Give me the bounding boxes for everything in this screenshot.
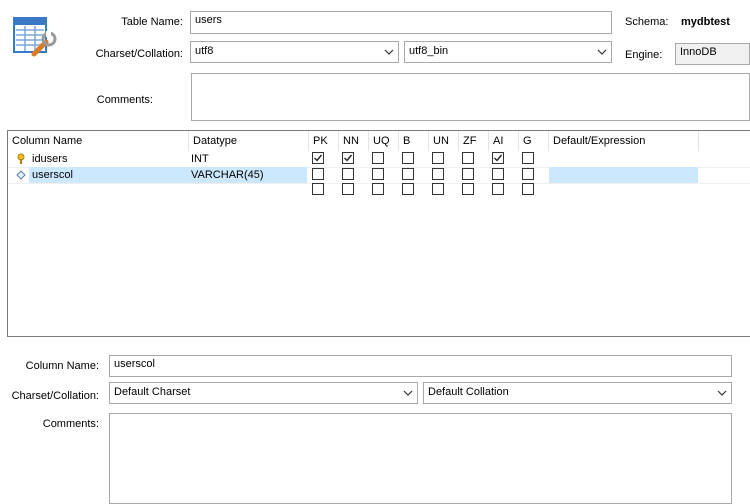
header-uq[interactable]: UQ (369, 131, 399, 151)
checkbox-zf[interactable] (462, 183, 474, 195)
checkbox-uq[interactable] (372, 168, 384, 180)
row-datatype[interactable]: VARCHAR(45) (191, 167, 264, 183)
header-g[interactable]: G (519, 131, 549, 151)
chevron-down-icon (597, 49, 607, 55)
checkbox-b[interactable] (402, 168, 414, 180)
checkbox-pk[interactable] (312, 168, 324, 180)
table-comments-textarea[interactable] (191, 73, 750, 121)
checkbox-ai[interactable] (492, 152, 504, 164)
engine-select[interactable]: InnoDB (675, 43, 750, 65)
column-name-input[interactable]: userscol (109, 355, 732, 377)
table-editor-icon (12, 14, 58, 60)
collation-select[interactable]: utf8_bin (404, 41, 612, 63)
checkbox-uq[interactable] (372, 152, 384, 164)
header-un[interactable]: UN (429, 131, 459, 151)
schema-value: mydbtest (681, 16, 730, 28)
header-column-name[interactable]: Column Name (8, 131, 189, 151)
checkbox-pk[interactable] (312, 152, 324, 164)
checkbox-pk[interactable] (312, 183, 324, 195)
checkbox-zf[interactable] (462, 168, 474, 180)
checkbox-g[interactable] (522, 183, 534, 195)
charset-label: Charset/Collation: (95, 48, 183, 60)
checkbox-b[interactable] (402, 183, 414, 195)
header-ai[interactable]: AI (489, 131, 519, 151)
checkbox-uq[interactable] (372, 183, 384, 195)
checkbox-g[interactable] (522, 168, 534, 180)
chevron-down-icon (717, 390, 727, 396)
engine-label: Engine: (625, 49, 663, 61)
checkbox-ai[interactable] (492, 183, 504, 195)
column-comments-textarea[interactable] (109, 413, 732, 504)
chevron-down-icon (384, 49, 394, 55)
checkbox-nn[interactable] (342, 168, 354, 180)
column-charset-label: Charset/Collation: (11, 390, 99, 402)
column-collation-select[interactable]: Default Collation (423, 382, 732, 404)
primary-key-icon (16, 153, 26, 165)
column-charset-select[interactable]: Default Charset (109, 382, 418, 404)
schema-label: Schema: (625, 16, 669, 28)
checkbox-nn[interactable] (342, 152, 354, 164)
checkbox-un[interactable] (432, 152, 444, 164)
checkbox-ai[interactable] (492, 168, 504, 180)
checkbox-g[interactable] (522, 152, 534, 164)
row-column-name[interactable]: userscol (32, 167, 73, 183)
checkbox-zf[interactable] (462, 152, 474, 164)
header-nn[interactable]: NN (339, 131, 369, 151)
row-datatype[interactable]: INT (191, 151, 209, 167)
checkbox-un[interactable] (432, 168, 444, 180)
header-zf[interactable]: ZF (459, 131, 489, 151)
collation-select-value: utf8_bin (409, 45, 449, 57)
comments-label: Comments: (96, 94, 153, 106)
header-b[interactable]: B (399, 131, 429, 151)
column-diamond-icon (16, 170, 26, 180)
chevron-down-icon (403, 390, 413, 396)
charset-select[interactable]: utf8 (190, 41, 399, 63)
checkbox-b[interactable] (402, 152, 414, 164)
checkbox-nn[interactable] (342, 183, 354, 195)
table-name-input[interactable]: users (190, 11, 612, 34)
header-pk[interactable]: PK (309, 131, 339, 151)
row-column-name[interactable]: idusers (32, 151, 67, 167)
header-default-expression[interactable]: Default/Expression (549, 131, 699, 151)
column-comments-label: Comments: (42, 418, 99, 430)
header-datatype[interactable]: Datatype (189, 131, 309, 151)
charset-select-value: utf8 (195, 45, 214, 57)
column-charset-value: Default Charset (114, 386, 191, 398)
table-name-label: Table Name: (121, 16, 183, 28)
checkbox-un[interactable] (432, 183, 444, 195)
selected-default-cell[interactable] (549, 167, 698, 183)
column-name-label: Column Name: (25, 360, 99, 372)
column-collation-value: Default Collation (428, 386, 509, 398)
columns-grid[interactable]: Column Name Datatype PK NN UQ B UN ZF AI… (7, 130, 750, 337)
